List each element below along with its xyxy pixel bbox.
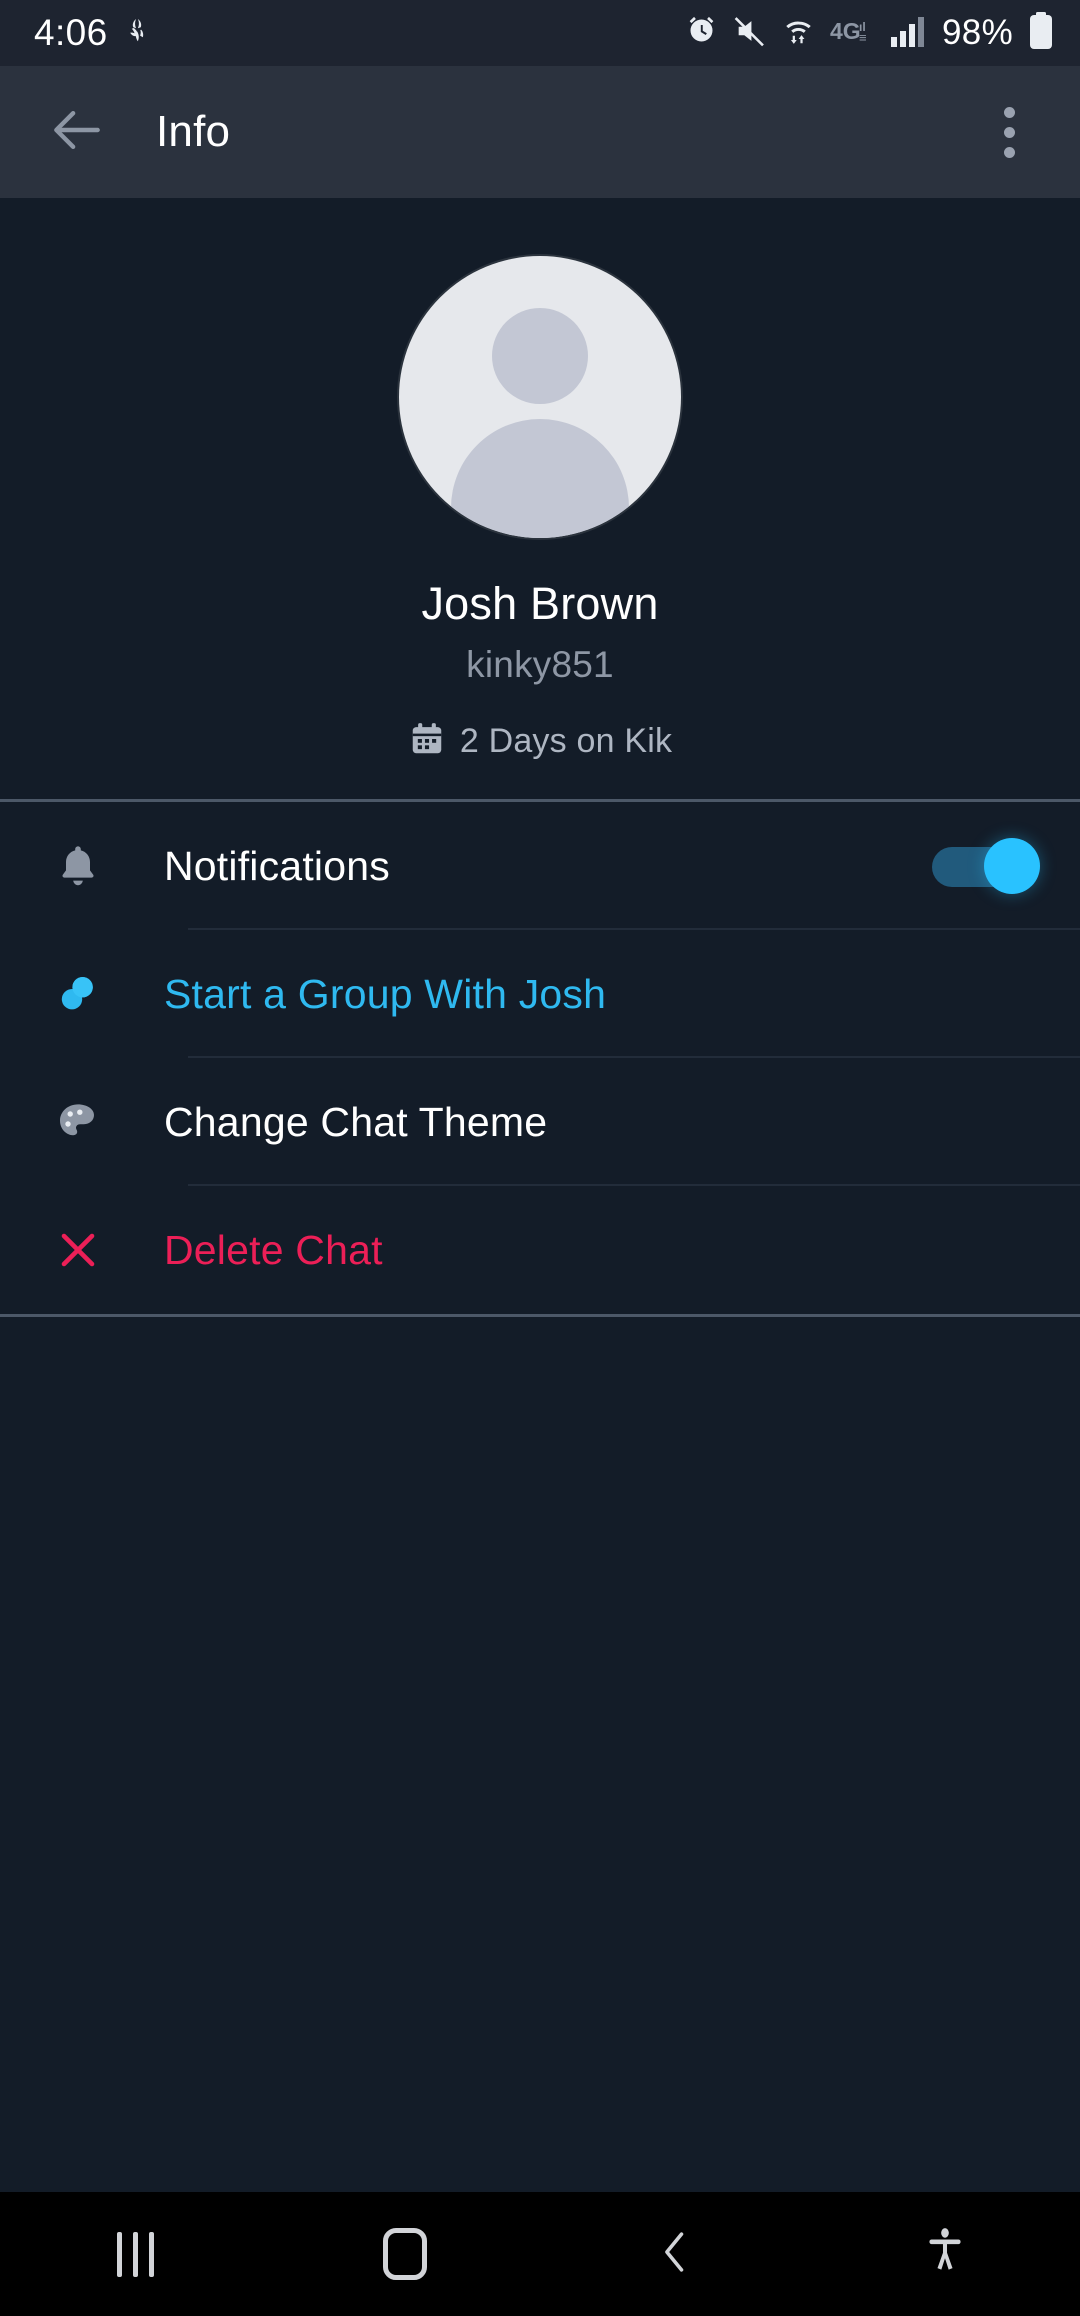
bell-icon [40,842,116,890]
android-nav-bar [0,2192,1080,2316]
recents-icon [116,2231,154,2277]
status-bar-right: 4G ıl ≡ 98% [685,11,1054,55]
nav-back-icon [655,2226,695,2283]
app-bar: Info [0,66,1080,198]
profile-username: kinky851 [466,644,614,685]
nav-back-button[interactable] [540,2192,810,2316]
close-x-icon [40,1226,116,1274]
home-icon [383,2228,427,2280]
option-row-start-group[interactable]: Start a Group With Josh [0,930,1080,1058]
overflow-menu-icon [1003,106,1015,158]
option-row-change-theme[interactable]: Change Chat Theme [0,1058,1080,1186]
info-screen: 4:06 4G ıl ≡ 98% Info Josh Brown kinky85… [0,0,1080,2316]
option-row-notifications[interactable]: Notifications [0,802,1080,930]
profile-tenure-label: 2 Days on Kik [459,722,673,760]
svg-text:≡: ≡ [859,30,867,45]
options-list: Notifications Start a Group With Josh Ch… [0,802,1080,1314]
option-row-delete-chat[interactable]: Delete Chat [0,1186,1080,1314]
palette-icon [40,1098,116,1146]
calendar-icon [408,720,446,763]
back-arrow-icon [46,99,108,166]
status-bar-clock: 4:06 [34,12,108,53]
overflow-menu-button[interactable] [974,88,1044,176]
nav-home-button[interactable] [270,2192,540,2316]
profile-display-name: Josh Brown [421,578,659,629]
option-label-delete-chat: Delete Chat [164,1226,383,1273]
status-bar-left: 4:06 [34,12,152,54]
nav-recents-button[interactable] [0,2192,270,2316]
nav-accessibility-button[interactable] [810,2192,1080,2316]
status-bar: 4:06 4G ıl ≡ 98% [0,0,1080,66]
4g-lte-icon: 4G ıl ≡ [830,16,876,51]
option-label-start-group: Start a Group With Josh [164,970,607,1017]
alarm-icon [685,14,718,52]
app-notification-icon [122,16,152,51]
battery-percent-label: 98% [942,13,1013,52]
toggle-thumb [984,838,1040,894]
wifi-data-icon [782,14,815,52]
profile-header: Josh Brown kinky851 2 Days on Kik [0,198,1080,799]
mute-icon [733,14,767,53]
section-divider-bottom [0,1314,1080,1317]
avatar[interactable] [399,256,681,538]
option-label-change-theme: Change Chat Theme [164,1098,548,1145]
back-button[interactable] [38,93,116,171]
group-icon [40,970,116,1018]
page-title: Info [156,107,231,156]
battery-icon [1028,11,1054,55]
signal-bars-icon [891,15,927,52]
option-label-notifications: Notifications [164,842,390,889]
profile-tenure: 2 Days on Kik [0,720,1080,763]
accessibility-icon [923,2226,967,2283]
svg-text:4G: 4G [830,18,861,44]
notifications-toggle[interactable] [932,838,1040,894]
